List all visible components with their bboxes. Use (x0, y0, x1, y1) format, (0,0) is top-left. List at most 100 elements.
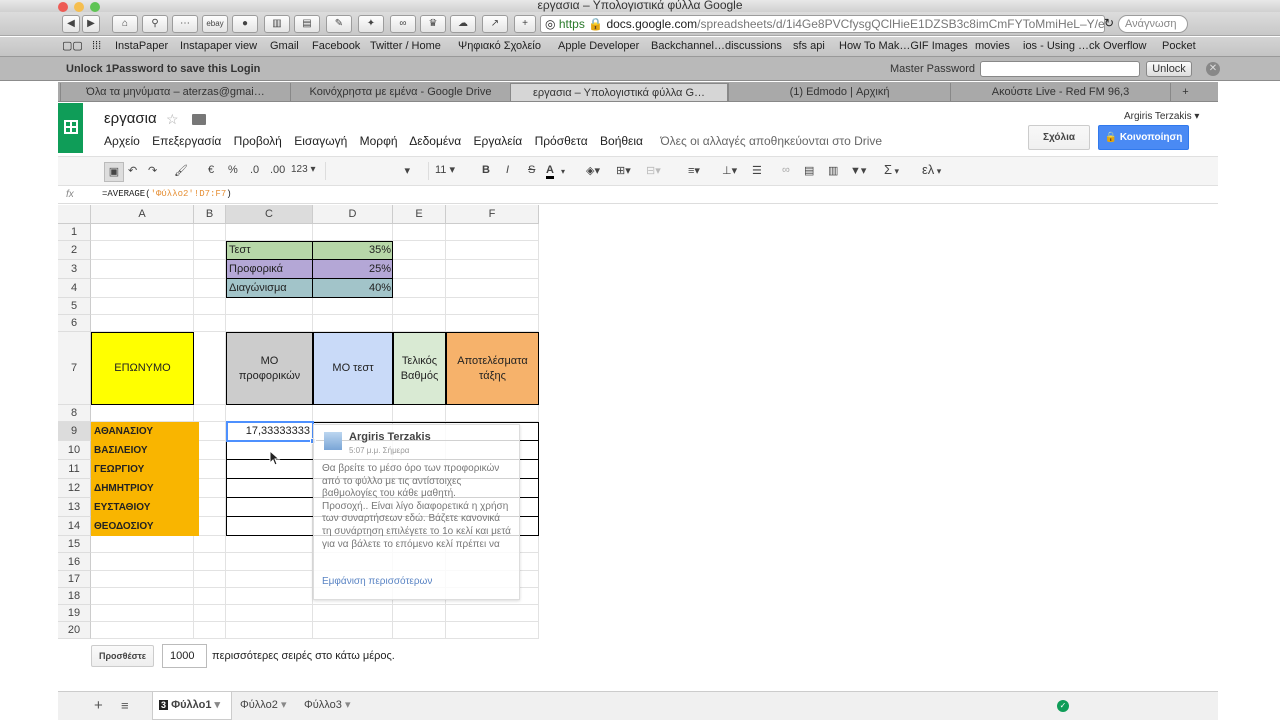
row-header[interactable]: 5 (58, 298, 91, 315)
note-icon[interactable]: ✎ (326, 15, 352, 33)
align-left-icon[interactable]: ≡▾ (688, 164, 700, 177)
student-name[interactable]: ΑΘΑΝΑΣΙΟΥ (91, 422, 199, 441)
row-header[interactable]: 19 (58, 605, 91, 622)
link-icon[interactable]: ∞ (782, 164, 790, 176)
home-icon[interactable]: ⌂ (112, 15, 138, 33)
redo-icon[interactable]: ↷ (148, 164, 157, 177)
bookmark-item[interactable]: Facebook (312, 37, 360, 55)
bookmark-item[interactable]: sfs api (793, 37, 825, 55)
font-size-select[interactable]: 11 ▾ (428, 162, 468, 180)
add-rows-button[interactable]: Προσθέστε (91, 645, 154, 667)
share-extension-icon[interactable]: ⋯ (172, 15, 198, 33)
undo-icon[interactable]: ↶ (128, 164, 137, 177)
strikethrough-button[interactable]: S (528, 164, 535, 176)
bookmark-item[interactable]: Instapaper view (180, 37, 257, 55)
bookmark-item[interactable]: Twitter / Home (370, 37, 441, 55)
menu-tools[interactable]: Εργαλεία (473, 134, 522, 148)
link-icon[interactable]: ∞ (390, 15, 416, 33)
row-header[interactable]: 9 (58, 422, 91, 441)
column-header-a[interactable]: A (91, 205, 194, 224)
row-header[interactable]: 10 (58, 441, 91, 460)
fill-color-icon[interactable]: ◈▾ (586, 164, 600, 177)
test-avg-header[interactable]: ΜΟ τεστ (313, 332, 393, 405)
extension-icon[interactable]: ● (232, 15, 258, 33)
column-header-b[interactable]: B (194, 205, 226, 224)
new-tab-button[interactable]: + (514, 15, 536, 33)
bookmark-item[interactable]: Apple Developer (558, 37, 639, 55)
student-name[interactable]: ΔΗΜΗΤΡΙΟΥ (91, 479, 199, 498)
text-color-button[interactable]: A (546, 164, 554, 179)
document-title[interactable]: εργασια (104, 110, 157, 127)
row-header[interactable]: 13 (58, 498, 91, 517)
new-tab-icon[interactable]: + (1170, 83, 1200, 101)
bold-button[interactable]: B (482, 164, 490, 176)
menu-view[interactable]: Προβολή (234, 134, 282, 148)
merge-cells-icon[interactable]: ⊟▾ (646, 164, 661, 177)
surname-header[interactable]: ΕΠΩΝΥΜΟ (91, 332, 194, 405)
close-icon[interactable]: ✕ (1206, 62, 1220, 76)
unlock-button[interactable]: Unlock (1146, 61, 1192, 77)
menu-insert[interactable]: Εισαγωγή (294, 134, 347, 148)
browser-tab[interactable]: Κοινόχρηστα με εμένα - Google Drive (290, 83, 510, 101)
top-sites-icon[interactable]: ⁞⁞⁞ (92, 37, 101, 55)
browser-tab-active[interactable]: εργασια – Υπολογιστικά φύλλα G… (510, 83, 728, 101)
row-header[interactable]: 12 (58, 479, 91, 498)
forward-button[interactable]: ▶ (82, 15, 100, 33)
folder-icon[interactable] (192, 114, 206, 125)
percent-button[interactable]: % (228, 164, 238, 176)
star-icon[interactable]: ☆ (166, 111, 179, 128)
row-header[interactable]: 16 (58, 553, 91, 571)
row-header[interactable]: 14 (58, 517, 91, 536)
menu-file[interactable]: Αρχείο (104, 134, 140, 148)
column-header-d[interactable]: D (313, 205, 393, 224)
selected-cell[interactable]: 17,33333333 (226, 421, 314, 442)
user-account[interactable]: Argiris Terzakis ▾ (1124, 111, 1199, 122)
filter-icon[interactable]: ▼▾ (850, 164, 866, 177)
sheets-logo-icon[interactable] (58, 103, 83, 153)
row-header[interactable]: 11 (58, 460, 91, 479)
browser-tab[interactable]: Όλα τα μηνύματα – aterzas@gmai… (60, 83, 290, 101)
bookmark-item[interactable]: Gmail (270, 37, 299, 55)
minimize-window-button[interactable] (74, 2, 84, 12)
menu-data[interactable]: Δεδομένα (409, 134, 461, 148)
vertical-align-icon[interactable]: ⊥▾ (722, 164, 737, 177)
browser-tab[interactable]: (1) Edmodo | Αρχική (728, 83, 950, 101)
bookmark-item[interactable]: Pocket (1162, 37, 1196, 55)
sync-status-icon[interactable]: ✓ (1057, 700, 1069, 712)
master-password-field[interactable] (980, 61, 1140, 77)
menu-help[interactable]: Βοήθεια (600, 134, 643, 148)
row-header[interactable]: 4 (58, 279, 91, 298)
student-name[interactable]: ΒΑΣΙΛΕΙΟΥ (91, 441, 199, 460)
oral-avg-header[interactable]: ΜΟ προφορικών (226, 332, 313, 405)
final-grade-header[interactable]: Τελικός Βαθμός (393, 332, 446, 405)
add-sheet-icon[interactable]: + (94, 697, 103, 714)
share-button[interactable]: 🔒 Κοινοποίηση (1098, 125, 1189, 150)
decrease-decimal-button[interactable]: .0 (250, 164, 259, 176)
row-header[interactable]: 1 (58, 224, 91, 241)
row-header[interactable]: 20 (58, 622, 91, 639)
reader-button[interactable]: Ανάγνωση (1118, 15, 1188, 33)
increase-decimal-button[interactable]: .00 (270, 164, 285, 176)
book-icon[interactable]: ▤ (294, 15, 320, 33)
insert-comment-icon[interactable]: ▤ (804, 164, 814, 177)
reading-list-icon[interactable]: ▢▢ (62, 37, 83, 55)
all-sheets-icon[interactable]: ≡ (121, 698, 129, 713)
borders-icon[interactable]: ⊞▾ (616, 164, 631, 177)
currency-button[interactable]: € (208, 164, 214, 176)
reload-icon[interactable]: ↻ (1104, 16, 1114, 30)
address-bar[interactable]: ◎ https 🔒 docs.google.com/spreadsheets/d… (540, 15, 1105, 33)
zoom-window-button[interactable] (90, 2, 100, 12)
bookmark-item[interactable]: How To Mak…GIF Images (839, 37, 968, 55)
chevron-down-icon[interactable]: ▾ (561, 167, 565, 176)
comments-button[interactable]: Σχόλια (1028, 125, 1090, 150)
student-name[interactable]: ΕΥΣΤΑΘΙΟΥ (91, 498, 199, 517)
wrench-icon[interactable]: ✦ (358, 15, 384, 33)
row-header[interactable]: 8 (58, 405, 91, 422)
bookmark-item[interactable]: Backchannel…discussions (651, 37, 782, 55)
more-formats-button[interactable]: 123 ▾ (291, 164, 316, 175)
formula-text[interactable]: =AVERAGE('Φύλλο2'!D7:F7) (102, 186, 232, 203)
paint-format-icon[interactable]: 🖌 (174, 164, 188, 177)
row-header[interactable]: 2 (58, 241, 91, 260)
sheet-tab[interactable]: Φύλλο3 ▾ (298, 692, 362, 720)
student-name[interactable]: ΓΕΩΡΓΙΟΥ (91, 460, 199, 479)
